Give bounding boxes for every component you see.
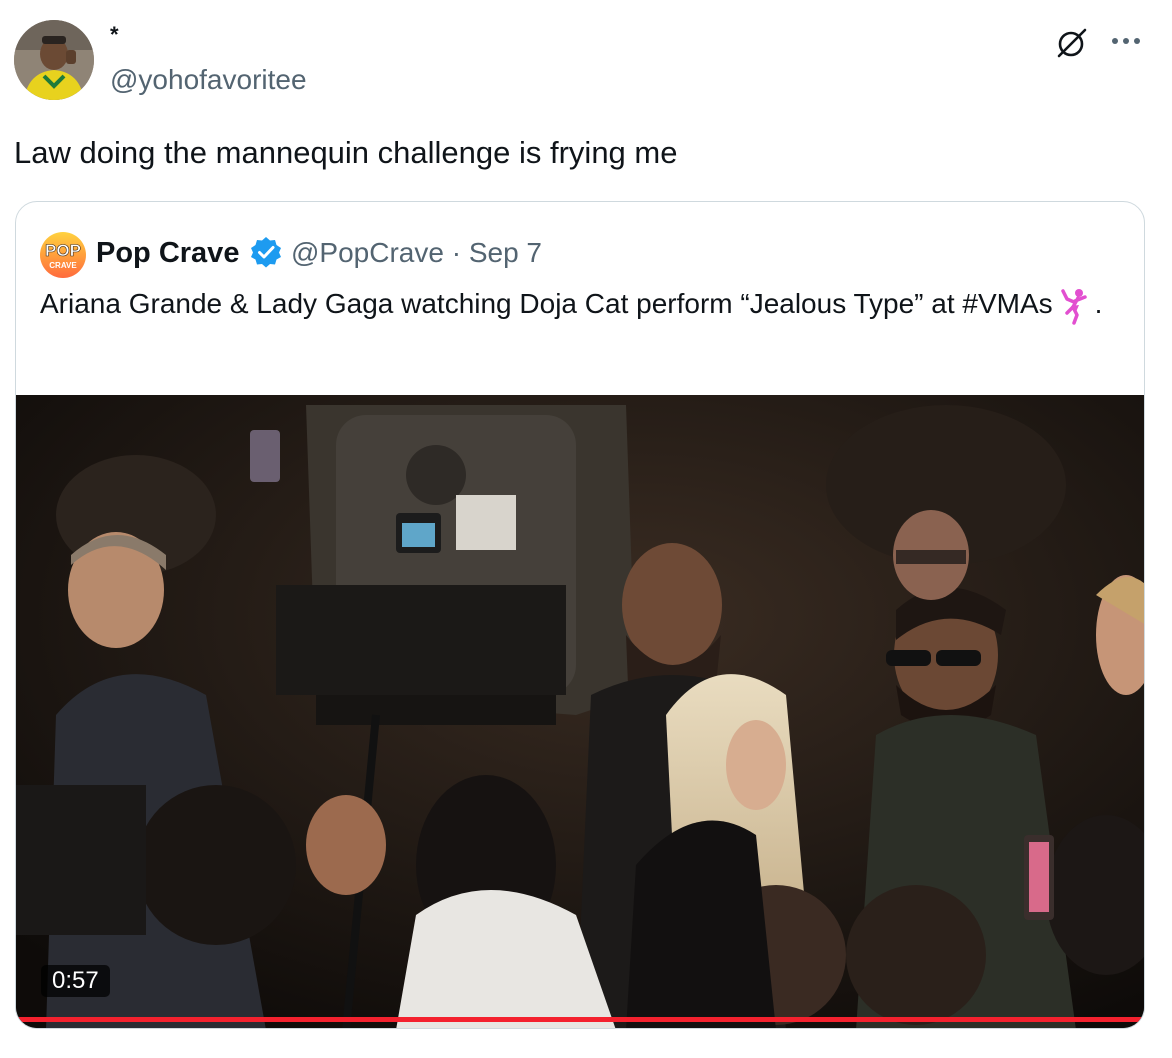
user-handle[interactable]: @yohofavoritee bbox=[110, 64, 307, 96]
quoted-handle-date[interactable]: @PopCrave · Sep 7 bbox=[291, 235, 542, 271]
pop-crave-avatar[interactable]: POP CRAVE bbox=[40, 232, 86, 278]
quoted-text-main: Ariana Grande & Lady Gaga watching Doja … bbox=[40, 288, 1053, 319]
quoted-text-end: . bbox=[1094, 288, 1103, 319]
user-avatar[interactable] bbox=[14, 20, 94, 100]
display-name[interactable]: * bbox=[110, 24, 119, 46]
video-thumbnail bbox=[16, 395, 1144, 1028]
svg-text:POP: POP bbox=[45, 241, 81, 260]
tweet-text: Law doing the mannequin challenge is fry… bbox=[14, 135, 678, 170]
video-progress-bar[interactable] bbox=[16, 1017, 1144, 1022]
video-player[interactable]: 0:57 bbox=[16, 395, 1144, 1028]
more-options-icon[interactable] bbox=[1106, 24, 1146, 60]
tweet: * @yohofavoritee Law doing the mannequin… bbox=[0, 0, 1172, 1058]
video-duration: 0:57 bbox=[41, 965, 110, 997]
quoted-display-name[interactable]: Pop Crave bbox=[96, 235, 239, 271]
svg-text:CRAVE: CRAVE bbox=[49, 261, 77, 270]
quoted-tweet-text: Ariana Grande & Lady Gaga watching Doja … bbox=[40, 285, 1120, 325]
quoted-tweet-card[interactable]: POP CRAVE Pop Crave @PopCrave · Sep 7 Ar… bbox=[15, 201, 1145, 1029]
woman-dancing-emoji bbox=[1057, 287, 1091, 325]
verified-badge-icon bbox=[249, 235, 283, 269]
grok-icon[interactable] bbox=[1054, 25, 1090, 61]
